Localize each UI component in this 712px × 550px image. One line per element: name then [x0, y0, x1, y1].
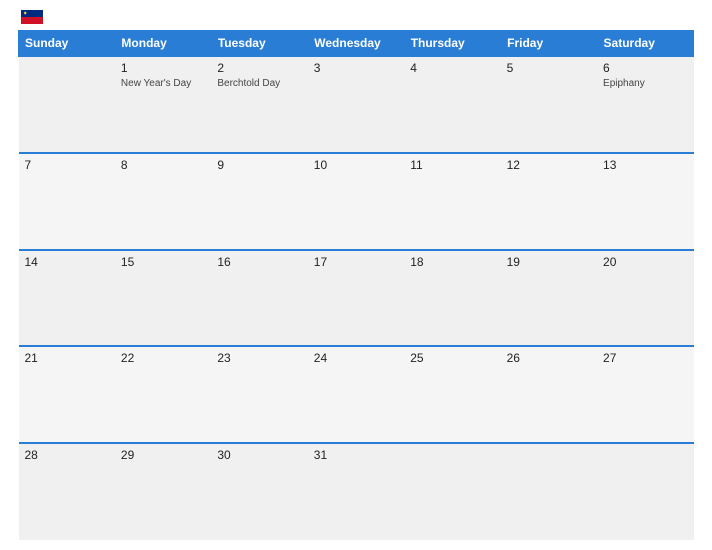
calendar-cell: 12 — [501, 153, 597, 250]
calendar-cell: 17 — [308, 250, 404, 347]
holiday-label: Epiphany — [603, 77, 687, 90]
weekday-header-sunday: Sunday — [19, 31, 115, 57]
calendar-cell: 20 — [597, 250, 693, 347]
day-number: 28 — [25, 448, 109, 462]
calendar-cell — [19, 56, 115, 153]
calendar-cell: 4 — [404, 56, 500, 153]
day-number: 1 — [121, 61, 205, 75]
day-number: 11 — [410, 158, 494, 172]
calendar-header — [18, 10, 694, 24]
calendar-cell: 8 — [115, 153, 211, 250]
day-number: 15 — [121, 255, 205, 269]
calendar-cell: 13 — [597, 153, 693, 250]
calendar-cell: 9 — [211, 153, 307, 250]
calendar-cell: 19 — [501, 250, 597, 347]
day-number: 21 — [25, 351, 109, 365]
calendar-cell: 14 — [19, 250, 115, 347]
day-number: 18 — [410, 255, 494, 269]
weekday-header-saturday: Saturday — [597, 31, 693, 57]
day-number: 22 — [121, 351, 205, 365]
logo-flag-icon — [21, 10, 43, 24]
day-number: 5 — [507, 61, 591, 75]
day-number: 6 — [603, 61, 687, 75]
day-number: 2 — [217, 61, 301, 75]
calendar-cell: 7 — [19, 153, 115, 250]
day-number: 13 — [603, 158, 687, 172]
day-number: 26 — [507, 351, 591, 365]
calendar-cell: 2 Berchtold Day — [211, 56, 307, 153]
day-number: 27 — [603, 351, 687, 365]
day-number: 25 — [410, 351, 494, 365]
calendar-cell — [597, 443, 693, 540]
day-number: 7 — [25, 158, 109, 172]
weekday-header-row: SundayMondayTuesdayWednesdayThursdayFrid… — [19, 31, 694, 57]
day-number: 24 — [314, 351, 398, 365]
calendar-cell: 29 — [115, 443, 211, 540]
calendar-cell: 16 — [211, 250, 307, 347]
day-number: 9 — [217, 158, 301, 172]
day-number: 10 — [314, 158, 398, 172]
logo — [18, 10, 43, 24]
calendar-cell: 25 — [404, 346, 500, 443]
calendar-cell: 26 — [501, 346, 597, 443]
calendar-week-2: 789 10 11 12 13 — [19, 153, 694, 250]
weekday-header-wednesday: Wednesday — [308, 31, 404, 57]
calendar-cell: 27 — [597, 346, 693, 443]
day-number: 30 — [217, 448, 301, 462]
calendar-week-1: 1 New Year's Day 2 Berchtold Day 3456 Epiphan… — [19, 56, 694, 153]
day-number: 8 — [121, 158, 205, 172]
holiday-label: Berchtold Day — [217, 77, 301, 90]
calendar-cell — [404, 443, 500, 540]
calendar-cell: 31 — [308, 443, 404, 540]
calendar-table: SundayMondayTuesdayWednesdayThursdayFrid… — [18, 30, 694, 540]
calendar-week-5: 28 29 30 31 — [19, 443, 694, 540]
calendar-cell: 30 — [211, 443, 307, 540]
calendar-page: SundayMondayTuesdayWednesdayThursdayFrid… — [0, 0, 712, 550]
calendar-cell: 5 — [501, 56, 597, 153]
calendar-cell: 3 — [308, 56, 404, 153]
weekday-header-tuesday: Tuesday — [211, 31, 307, 57]
calendar-cell: 15 — [115, 250, 211, 347]
calendar-week-4: 21 22 23 24 25 26 27 — [19, 346, 694, 443]
calendar-cell: 21 — [19, 346, 115, 443]
day-number: 31 — [314, 448, 398, 462]
day-number: 4 — [410, 61, 494, 75]
weekday-header-monday: Monday — [115, 31, 211, 57]
day-number: 16 — [217, 255, 301, 269]
calendar-cell: 23 — [211, 346, 307, 443]
day-number: 20 — [603, 255, 687, 269]
calendar-cell — [501, 443, 597, 540]
calendar-cell: 11 — [404, 153, 500, 250]
weekday-header-friday: Friday — [501, 31, 597, 57]
day-number: 12 — [507, 158, 591, 172]
calendar-week-3: 14 15 16 17 18 19 20 — [19, 250, 694, 347]
calendar-cell: 1 New Year's Day — [115, 56, 211, 153]
calendar-cell: 24 — [308, 346, 404, 443]
day-number: 17 — [314, 255, 398, 269]
day-number: 14 — [25, 255, 109, 269]
calendar-cell: 18 — [404, 250, 500, 347]
calendar-cell: 28 — [19, 443, 115, 540]
calendar-cell: 22 — [115, 346, 211, 443]
day-number: 29 — [121, 448, 205, 462]
day-number: 23 — [217, 351, 301, 365]
weekday-header-thursday: Thursday — [404, 31, 500, 57]
day-number: 19 — [507, 255, 591, 269]
calendar-cell: 6 Epiphany — [597, 56, 693, 153]
calendar-cell: 10 — [308, 153, 404, 250]
holiday-label: New Year's Day — [121, 77, 205, 90]
day-number: 3 — [314, 61, 398, 75]
